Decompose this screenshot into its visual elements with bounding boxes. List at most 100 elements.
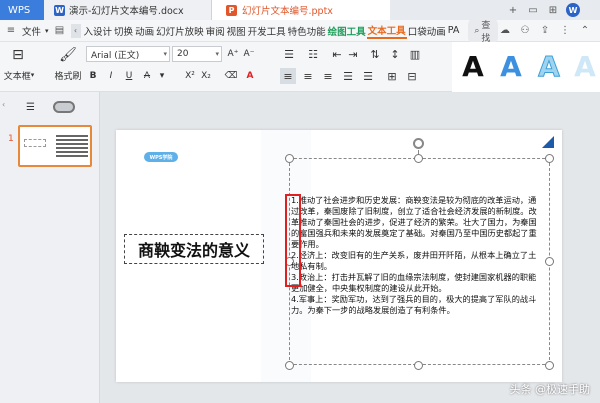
wps-academy-badge: WPS学院 [144,152,178,162]
line-spacing-icon[interactable]: ↕ [388,46,402,62]
outline-view-icon[interactable]: ☰ [26,102,35,113]
numbering-highlight-box [285,194,301,287]
indent-decrease-icon[interactable]: ⇤ [330,46,344,62]
menu-insert-design[interactable]: 入设计 [83,24,114,38]
thumb-title [24,139,46,147]
menu-animation[interactable]: 动画 [134,24,155,38]
resize-handle-tl[interactable] [285,154,294,163]
slide-number: 1 [8,134,14,144]
menu-text-tools[interactable]: 文本工具 [366,23,407,39]
collab-icon[interactable]: ⚇ [518,24,532,38]
ribbon-toolbar: ⊟ 文本框 ▾ 🖌 格式刷 Arial (正文) ▾ 20 ▾ A⁺ A⁻ B I U… [0,42,600,92]
font-color-button[interactable]: A [242,68,258,84]
cloud-sync-icon[interactable]: ☁ [498,24,512,38]
vertical-align-icon[interactable]: ⊞ [384,68,400,84]
text-style-gallery: A A A A [452,42,600,92]
clear-format-icon[interactable]: ⌫ [224,68,238,84]
align-left-icon[interactable]: ≡ [280,68,296,84]
slide-body-text[interactable]: 1.推动了社会进步和历史发展：商鞅变法是较为彻底的改革运动，通过改革，秦国废除了… [291,195,543,316]
superscript-button[interactable]: X² [182,68,198,84]
decrease-font-button[interactable]: A⁻ [242,46,256,62]
body-paragraph-1: 1.推动了社会进步和历史发展：商鞅变法是较为彻底的改革运动，通过改革，秦国废除了… [291,195,537,249]
columns-icon[interactable]: ▥ [408,46,422,62]
menu-pa[interactable]: PA [447,25,461,36]
textbox-button[interactable]: 文本框 ▾ [2,68,36,82]
grid-apps-icon[interactable]: ⊞ [546,3,560,17]
numbered-list-icon[interactable]: ☷ [304,46,322,62]
resize-handle-bm[interactable] [414,361,423,370]
slide-thumbnail-1[interactable] [18,125,92,167]
account-w-icon[interactable]: W [566,3,580,17]
menu-features[interactable]: 特色功能 [287,24,327,38]
text-style-blue[interactable]: A [494,46,528,86]
ppt-tab-label: 幻灯片文本编号.pptx [242,6,333,17]
font-size-select[interactable]: 20 ▾ [172,46,222,62]
body-paragraph-4: 4.军事上：奖励军功，达到了强兵的目的，极大的提高了军队的战斗力。为秦下一步的战… [291,294,537,315]
italic-button[interactable]: I [104,68,118,84]
add-tab-icon[interactable]: + [506,3,520,17]
menu-transition[interactable]: 切换 [113,24,134,38]
menu-slideshow[interactable]: 幻灯片放映 [155,24,205,38]
text-style-black[interactable]: A [456,46,490,86]
menu-pocket-animation[interactable]: 口袋动画 [407,24,447,38]
increase-font-button[interactable]: A⁺ [226,46,240,62]
collapse-panel-icon[interactable]: ‹ [2,100,5,109]
align-center-icon[interactable]: ≡ [300,68,316,84]
underline-button[interactable]: U [122,68,136,84]
menu-dev-tools[interactable]: 开发工具 [247,24,287,38]
resize-handle-tm[interactable] [414,154,423,163]
window-icon[interactable]: ▭ [526,3,540,17]
format-painter-icon[interactable]: 🖌 [58,46,78,64]
body-paragraph-3: 3.政治上：打击并瓦解了旧的血缘宗法制度，使封建国家机器的职能更加健全，中央集权… [291,272,537,293]
format-painter-button[interactable]: 格式刷 [48,68,88,82]
slide-panel: ☰ ‹ 1 [0,92,100,403]
font-name-select[interactable]: Arial (正文) ▾ [86,46,170,62]
more-icon[interactable]: ⋮ [558,24,572,38]
rotate-handle-icon[interactable] [413,138,424,149]
resize-handle-br[interactable] [545,361,554,370]
slide-view-icon[interactable] [52,101,75,113]
watermark: 头条 @极速手助 [509,383,591,396]
body-paragraph-2: 2.经济上：改变旧有的生产关系，废井田开阡陌，从根本上确立了土地私有制。 [291,250,537,271]
doc-tab[interactable]: W 演示-幻灯片文本编号.docx [44,0,212,20]
text-style-light[interactable]: A [570,46,600,86]
align-right-icon[interactable]: ≡ [320,68,336,84]
text-align-box-icon[interactable]: ⊟ [404,68,420,84]
menu-bar: ≡ 文件 ▾ ▤ ‹ 入设计 切换 动画 幻灯片放映 审阅 视图 开发工具 特色… [0,16,600,45]
slide-title[interactable]: 商鞅变法的意义 [124,234,264,264]
ppt-tab-active[interactable]: P 幻灯片文本编号.pptx [212,0,390,20]
word-doc-icon: W [54,4,65,16]
resize-handle-mr[interactable] [545,257,554,266]
resize-handle-tr[interactable] [545,154,554,163]
subscript-button[interactable]: X₂ [198,68,214,84]
menu-view[interactable]: 视图 [226,24,247,38]
shadow-icon[interactable]: ▾ [156,68,168,84]
textbox-icon[interactable]: ⊟ [8,46,28,64]
search-icon: ⌕ [474,25,480,36]
menu-scroll-left[interactable]: ‹ [70,23,81,38]
search-box[interactable]: ⌕ 查找 [468,16,498,45]
menu-tabs: 入设计 切换 动画 幻灯片放映 审阅 视图 开发工具 特色功能 绘图工具 文本工… [83,23,461,39]
bullet-list-icon[interactable]: ☰ [280,46,298,62]
distribute-icon[interactable]: ☰ [360,68,376,84]
wps-home-tab[interactable]: WPS [0,0,44,20]
chevron-down-icon[interactable]: ▾ [45,27,49,35]
text-style-outline[interactable]: A [532,46,566,86]
doc-tab-label: 演示-幻灯片文本编号.docx [69,6,184,17]
bold-button[interactable]: B [86,68,100,84]
ppt-doc-icon: P [226,5,237,16]
collapse-ribbon-icon[interactable]: ⌃ [578,24,592,38]
menu-file[interactable]: 文件 [22,24,41,38]
strikethrough-icon[interactable]: A [140,68,154,84]
menu-review[interactable]: 审阅 [205,24,226,38]
indent-increase-icon[interactable]: ⇥ [346,46,360,62]
text-direction-icon[interactable]: ⇅ [368,46,382,62]
chevron-down-icon: ▾ [163,50,167,58]
save-icon[interactable]: ▤ [53,24,67,38]
menu-drawing-tools[interactable]: 绘图工具 [327,24,367,38]
resize-handle-bl[interactable] [285,361,294,370]
share-icon[interactable]: ⇪ [538,24,552,38]
hamburger-menu-icon[interactable]: ≡ [4,24,18,38]
titlebar-right: + ▭ ⊞ W [390,0,600,20]
justify-icon[interactable]: ☰ [340,68,356,84]
